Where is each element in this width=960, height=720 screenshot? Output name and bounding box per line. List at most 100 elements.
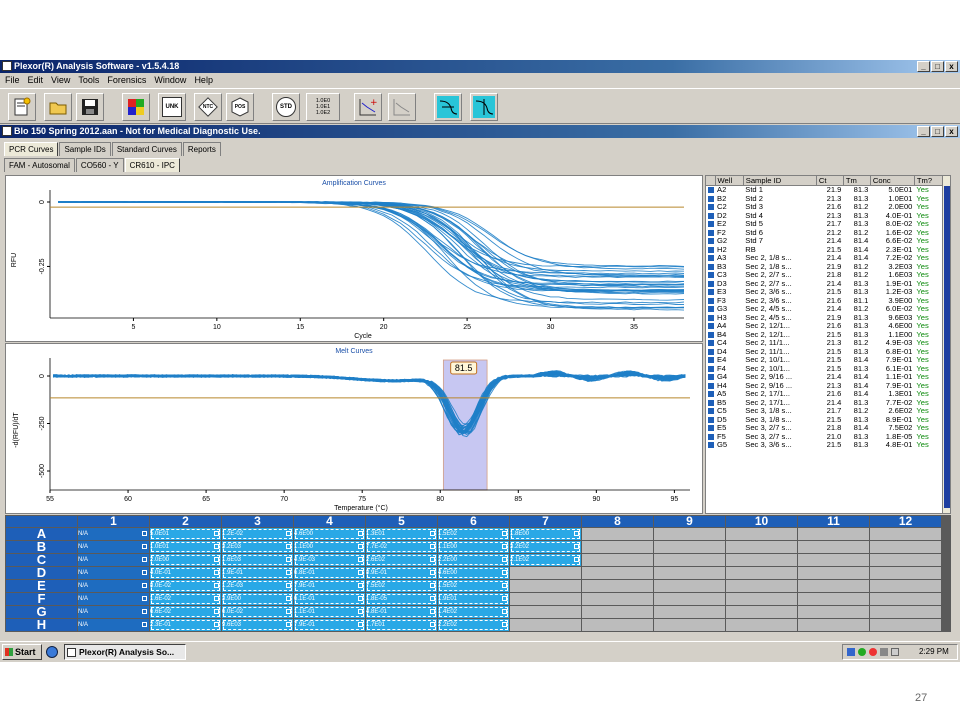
plate-well-empty[interactable] (726, 528, 797, 540)
melt-chart[interactable]: Melt Curves Temperature (°C) -d(RFU)/dT … (6, 344, 702, 513)
tab-reports[interactable]: Reports (182, 142, 221, 156)
tab-fam-autosomal[interactable]: FAM - Autosomal (4, 158, 75, 172)
plate-well[interactable]: N/A (78, 580, 149, 592)
plate-well-empty[interactable] (654, 619, 725, 631)
well-row-marker[interactable] (706, 441, 715, 450)
network-icon[interactable] (847, 648, 855, 656)
well-select-checkbox[interactable] (502, 557, 507, 562)
plate-column-header[interactable]: 5 (366, 516, 437, 527)
well-select-checkbox[interactable] (214, 570, 219, 575)
plate-well[interactable]: 7.5E02 (366, 580, 437, 592)
tab-pcr-curves[interactable]: PCR Curves (4, 142, 59, 156)
well-select-checkbox[interactable] (430, 596, 435, 601)
plate-well-empty[interactable] (870, 567, 941, 579)
well-select-checkbox[interactable] (142, 570, 147, 575)
well-select-checkbox[interactable] (214, 557, 219, 562)
add-curve-button[interactable]: + (354, 93, 382, 121)
plate-well-empty[interactable] (654, 580, 725, 592)
well-row-marker[interactable] (706, 220, 715, 229)
plate-well[interactable]: 1.4E02 (438, 606, 509, 618)
well-row-marker[interactable] (706, 305, 715, 314)
plate-row-header[interactable]: A (6, 528, 77, 540)
plate-well[interactable]: 2.6E02 (366, 554, 437, 566)
plate-well[interactable]: 1.2E-02 (222, 528, 293, 540)
plate-well[interactable]: 2.2E02 (438, 619, 509, 631)
well-select-checkbox[interactable] (286, 583, 291, 588)
minimize-button[interactable]: _ (917, 61, 930, 72)
security-icon[interactable] (858, 648, 866, 656)
well-select-checkbox[interactable] (142, 622, 147, 627)
plate-column-header[interactable]: 7 (510, 516, 581, 527)
plate-well-empty[interactable] (654, 567, 725, 579)
plate-column-header[interactable]: 3 (222, 516, 293, 527)
well-row-marker[interactable] (706, 390, 715, 399)
well-row-marker[interactable] (706, 186, 715, 195)
well-select-checkbox[interactable] (142, 557, 147, 562)
well-select-checkbox[interactable] (286, 544, 291, 549)
well-select-checkbox[interactable] (502, 609, 507, 614)
plate-well-empty[interactable] (870, 554, 941, 566)
positive-control-button[interactable]: POS (226, 93, 254, 121)
menu-edit[interactable]: Edit (25, 73, 47, 87)
plate-column-header[interactable]: 1 (78, 516, 149, 527)
well-select-checkbox[interactable] (214, 609, 219, 614)
well-select-checkbox[interactable] (358, 570, 363, 575)
plate-well-empty[interactable] (798, 541, 869, 553)
plate-well[interactable]: 1.7E01 (366, 619, 437, 631)
well-select-checkbox[interactable] (214, 583, 219, 588)
plate-well-empty[interactable] (510, 593, 581, 605)
plate-well[interactable]: 2.1E02 (510, 554, 581, 566)
well-row-marker[interactable] (706, 382, 715, 391)
clock[interactable]: 2:29 PM (919, 645, 949, 659)
well-select-checkbox[interactable] (358, 531, 363, 536)
well-row-marker[interactable] (706, 203, 715, 212)
plate-well[interactable]: 4.8E-01 (366, 606, 437, 618)
tab-cr610-ipc[interactable]: CR610 - IPC (124, 158, 180, 172)
doc-maximize-button[interactable]: □ (931, 126, 944, 137)
well-select-checkbox[interactable] (430, 531, 435, 536)
plate-well[interactable]: 1.1E00 (294, 541, 365, 553)
well-select-checkbox[interactable] (358, 596, 363, 601)
plate-well[interactable]: 8.9E-01 (366, 567, 437, 579)
plate-well-empty[interactable] (582, 619, 653, 631)
plate-well-empty[interactable] (870, 606, 941, 618)
well-row-marker[interactable] (706, 424, 715, 433)
plate-well[interactable]: 2.3E-01 (150, 619, 221, 631)
well-row-marker[interactable] (706, 263, 715, 272)
plate-well[interactable]: 8.0E-02 (150, 580, 221, 592)
well-select-checkbox[interactable] (214, 622, 219, 627)
plate-row-header[interactable]: E (6, 580, 77, 592)
plate-row-header[interactable]: C (6, 554, 77, 566)
tab-sample-ids[interactable]: Sample IDs (59, 142, 111, 156)
plate-well[interactable]: 9.6E03 (222, 619, 293, 631)
plate-well[interactable]: 7.7E-02 (366, 541, 437, 553)
plate-well[interactable]: 6.8E-01 (294, 567, 365, 579)
well-select-checkbox[interactable] (430, 622, 435, 627)
plate-well[interactable]: 2.0E00 (150, 554, 221, 566)
plate-row-header[interactable]: F (6, 593, 77, 605)
well-select-checkbox[interactable] (502, 570, 507, 575)
plate-well-empty[interactable] (582, 593, 653, 605)
plate-well-empty[interactable] (654, 593, 725, 605)
well-select-checkbox[interactable] (574, 531, 579, 536)
plate-well[interactable]: N/A (78, 541, 149, 553)
well-select-checkbox[interactable] (358, 583, 363, 588)
well-row-marker[interactable] (706, 280, 715, 289)
plate-well-empty[interactable] (582, 528, 653, 540)
plate-well[interactable]: 1.9E01 (438, 593, 509, 605)
plate-well-empty[interactable] (798, 606, 869, 618)
well-row-marker[interactable] (706, 399, 715, 408)
wells-scrollbar-thumb[interactable] (944, 186, 950, 508)
plate-well-empty[interactable] (726, 606, 797, 618)
plate-column-header[interactable]: 10 (726, 516, 797, 527)
plate-well[interactable]: 7.9E-01 (294, 619, 365, 631)
plate-column-header[interactable]: 9 (654, 516, 725, 527)
doc-close-button[interactable]: x (945, 126, 958, 137)
plate-well-empty[interactable] (510, 619, 581, 631)
plate-column-header[interactable]: 6 (438, 516, 509, 527)
menu-tools[interactable]: Tools (75, 73, 102, 87)
plate-well-empty[interactable] (582, 580, 653, 592)
ntc-button[interactable]: NTC (194, 93, 222, 121)
plate-well[interactable]: 3.2E03 (222, 541, 293, 553)
plate-column-header[interactable]: 8 (582, 516, 653, 527)
